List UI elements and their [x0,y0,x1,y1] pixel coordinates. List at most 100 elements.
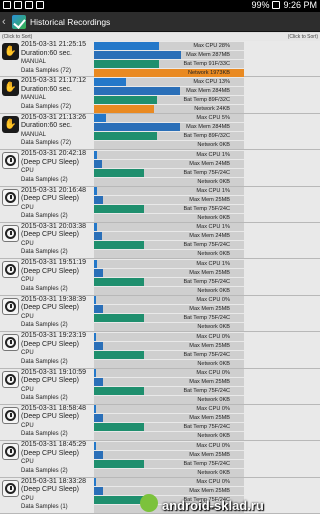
sort-right-link[interactable]: (Click to Sort) [288,34,318,40]
recording-row[interactable]: 2015-03-31 19:38:39 (Deep CPU Sleep) CPU Da… [0,295,320,333]
cpu-bar-label: Max CPU 13% [193,78,230,85]
recording-row[interactable]: 2015-03-31 18:58:48 (Deep CPU Sleep) CPU Da… [0,404,320,442]
battery-temp-bar-label: Bat Temp 75F/24C [183,278,230,285]
recording-mode: MANUAL [21,59,47,65]
recording-samples: Data Samples (2) [21,176,68,183]
page-title: Historical Recordings [30,16,111,27]
recording-date: 2015-03-31 19:23:19 [21,332,86,340]
network-bar: Network 0KB [94,468,244,477]
mem-bar-label: Max Mem 24MB [189,233,230,240]
power-icon [2,406,19,424]
recording-duration: (Deep CPU Sleep) [21,267,79,275]
power-icon [2,188,19,206]
recording-mode: MANUAL [21,95,47,102]
recording-row[interactable]: 2015-03-31 19:10:59 (Deep CPU Sleep) CPU Da… [0,368,320,405]
mem-bar: Max Mem 25MB [94,487,244,496]
mem-bar-label: Max Mem 25MB [189,488,230,495]
battery-temp-bar: Bat Temp 75F/24C [94,277,244,286]
cpu-bar: Max CPU 0% [94,369,244,378]
recording-duration: Duration:60 sec. [21,85,72,93]
app-logo-icon[interactable] [12,14,26,29]
recording-date: 2015-03-31 19:51:19 [21,259,86,267]
recording-samples: Data Samples (2) [21,431,68,438]
recording-row[interactable]: ✋ 2015-03-31 21:25:15 Duration:60 sec. MANU… [0,41,320,78]
mem-bar: Max Mem 284MB [94,86,244,95]
power-icon [2,334,19,352]
recording-row[interactable]: 2015-03-31 20:03:38 (Deep CPU Sleep) CPU Da… [0,222,320,260]
network-bar-label: Network 24KB [194,105,230,112]
battery-temp-bar-label: Bat Temp 75F/24C [183,351,230,358]
recording-row[interactable]: 2015-03-31 20:42:18 (Deep CPU Sleep) CPU Da… [0,150,320,187]
cpu-bar-label: Max CPU 0% [196,297,230,304]
sort-left-link[interactable]: (Click to Sort) [2,34,32,40]
network-bar: Network 0KB [94,214,244,223]
mem-bar-label: Max Mem 25MB [189,415,230,422]
recording-row[interactable]: ✋ 2015-03-31 21:17:12 Duration:60 sec. MANU… [0,77,320,114]
mem-bar-label: Max Mem 25MB [189,451,230,458]
mem-bar: Max Mem 24MB [94,159,244,168]
battery-temp-bar: Bat Temp 75F/24C [94,387,244,396]
recording-info: 2015-03-31 18:45:29 (Deep CPU Sleep) CPU Da… [21,441,94,475]
recording-mode: CPU [21,277,34,284]
recording-row[interactable]: 2015-03-31 18:33:28 (Deep CPU Sleep) CPU Da… [0,477,320,514]
recording-date: 2015-03-31 18:33:28 [21,477,86,485]
battery-temp-bar-label: Bat Temp 75F/24C [183,424,230,431]
recording-duration: Duration:60 sec. [21,122,72,130]
mem-bar-label: Max Mem 25MB [189,379,230,386]
battery-temp-bar: Bat Temp 75F/24C [94,205,244,214]
recording-mode: CPU [21,313,34,320]
recording-info: 2015-03-31 20:03:38 (Deep CPU Sleep) CPU Da… [21,223,94,257]
cpu-bar: Max CPU 1% [94,150,244,159]
recording-row[interactable]: 2015-03-31 19:51:19 (Deep CPU Sleep) CPU Da… [0,259,320,296]
recording-date: 2015-03-31 20:16:48 [21,186,86,194]
cpu-bar: Max CPU 1% [94,223,244,232]
recording-duration: (Deep CPU Sleep) [21,413,79,421]
cpu-bar: Max CPU 0% [94,332,244,341]
recording-mode: CPU [21,459,34,466]
recording-samples: Data Samples (2) [21,358,68,365]
recording-samples: Data Samples (72) [21,103,72,110]
mem-bar: Max Mem 25MB [94,196,244,205]
network-bar-label: Network 0KB [197,251,230,258]
recording-row[interactable]: 2015-03-31 19:23:19 (Deep CPU Sleep) CPU Da… [0,332,320,369]
network-bar-label: Network 0KB [197,433,230,440]
recording-mode: CPU [21,422,34,429]
cpu-bar: Max CPU 1% [94,259,244,268]
network-bar-label: Network 0KB [197,178,230,185]
app-bar: ‹ Historical Recordings [0,12,320,32]
recording-duration: (Deep CPU Sleep) [21,340,79,348]
recording-samples: Data Samples (72) [21,67,72,74]
power-icon [2,224,19,242]
back-chevron-icon[interactable]: ‹ [2,16,12,28]
hand-icon: ✋ [2,43,19,60]
recording-date: 2015-03-31 18:58:48 [21,404,86,412]
recording-mode: MANUAL [21,131,47,138]
recording-mode: CPU [21,350,34,357]
recording-samples: Data Samples (2) [21,249,68,256]
recording-date: 2015-03-31 18:45:29 [21,441,86,449]
recording-date: 2015-03-31 21:17:12 [21,77,86,85]
mem-bar-label: Max Mem 284MB [186,124,230,131]
metrics-bars: Max CPU 0% Max Mem 25MB Bat Temp 75F/24C Ne… [94,441,244,477]
recording-info: 2015-03-31 21:17:12 Duration:60 sec. MANUA… [21,77,94,111]
recording-info: 2015-03-31 20:16:48 (Deep CPU Sleep) CPU Da… [21,187,94,221]
cpu-bar: Max CPU 0% [94,478,244,487]
mem-bar: Max Mem 24MB [94,232,244,241]
recording-row[interactable]: 2015-03-31 20:16:48 (Deep CPU Sleep) CPU Da… [0,186,320,223]
network-bar-label: Network 0KB [197,287,230,294]
cpu-bar-label: Max CPU 0% [196,333,230,340]
battery-temp-bar-label: Bat Temp 89F/32C [183,96,230,103]
network-bar-label: Network 1973KB [188,69,230,76]
recording-samples: Data Samples (1) [21,504,68,511]
recordings-list: ✋ 2015-03-31 21:25:15 Duration:60 sec. MANU… [0,41,320,514]
recording-row[interactable]: ✋ 2015-03-31 21:13:26 Duration:60 sec. MANU… [0,113,320,151]
network-bar: Network 1973KB [94,68,244,77]
recording-info: 2015-03-31 18:58:48 (Deep CPU Sleep) CPU Da… [21,405,94,439]
recording-duration: (Deep CPU Sleep) [21,304,79,312]
recording-duration: (Deep CPU Sleep) [21,486,79,494]
recording-row[interactable]: 2015-03-31 18:45:29 (Deep CPU Sleep) CPU Da… [0,441,320,478]
recording-samples: Data Samples (2) [21,213,68,220]
metrics-bars: Max CPU 0% Max Mem 25MB Bat Temp 75F/24C Ne… [94,296,244,332]
metrics-bars: Max CPU 0% Max Mem 25MB Bat Temp 75F/24C Ne… [94,405,244,441]
watermark: android-sklad.ru [162,498,264,513]
